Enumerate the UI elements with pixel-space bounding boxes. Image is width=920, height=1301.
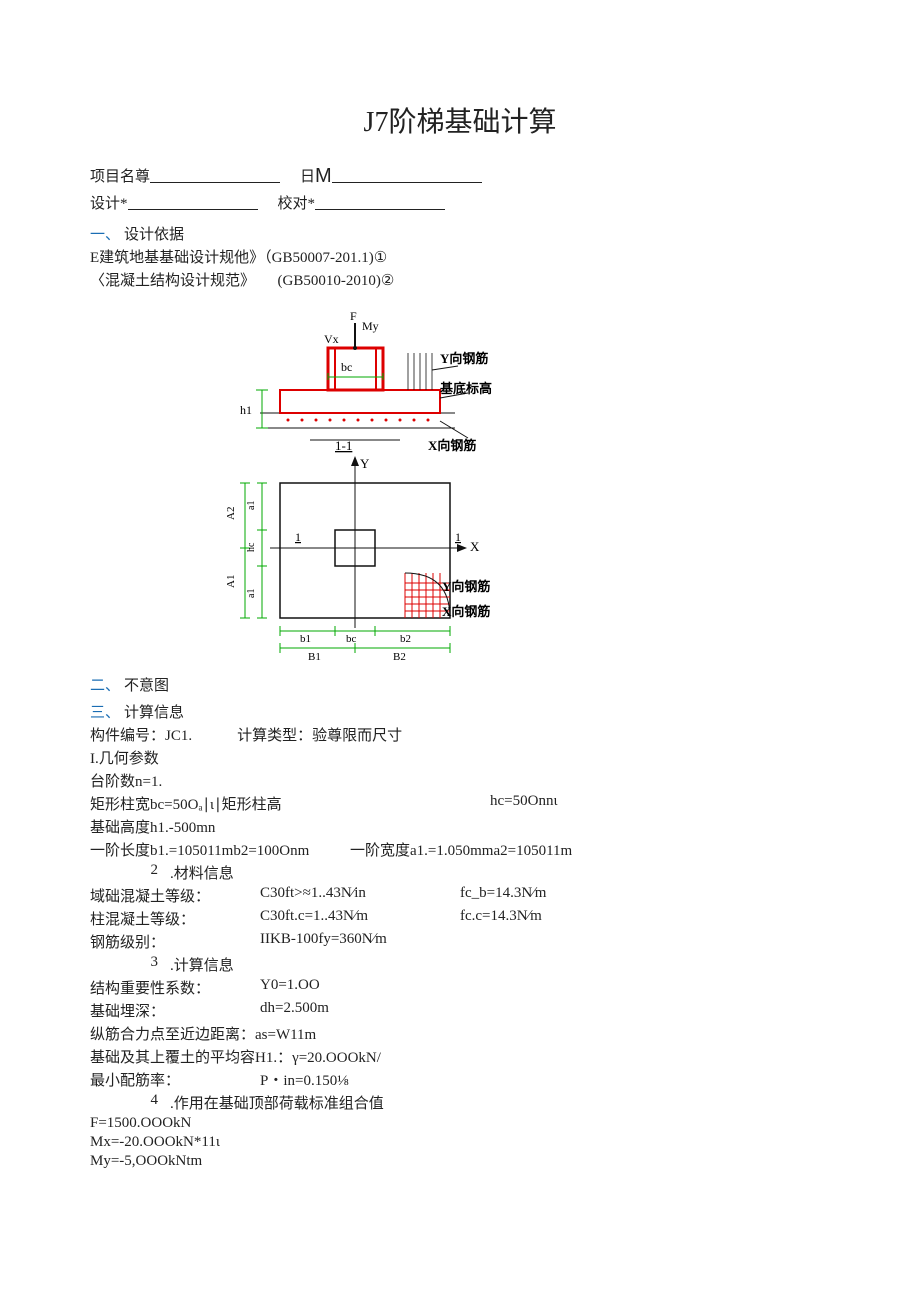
g3-r4: 基础及其上覆土的平均容H1.：γ=20.OOOkN/ [90,1046,830,1067]
g2-r1-c: fc_b=14.3N∕m [460,885,640,906]
g3-r5: 最小配筋率： P・in=0.150⅛ [90,1069,830,1090]
section-2: 二、不意图 [90,674,830,695]
group-3-h: 3 .计算信息 [90,954,830,975]
label-My: My [362,319,379,333]
g2-r2: 柱混凝土等级： C30ft.c=1..43N∕m fc.c=14.3N∕m [90,908,830,929]
g1-steps: 台阶数n=1. [90,770,830,791]
g1-span-b: 一阶宽度a1.=1.050mma2=105011m [350,839,572,860]
section-3-num: 三、 [90,705,120,721]
group-1-h: I.几何参数 [90,747,830,768]
label-A2: A2 [225,507,237,520]
g3-r5-b: P・in=0.150⅛ [260,1069,348,1090]
g2-r3-a: 钢筋级别： [90,931,260,952]
ref-line-2: 〈混凝土结构设计规范》 (GB50010-2010)② [90,269,830,290]
label-Yrebar2: Y向钢筋 [442,579,490,594]
label-Xrebar2: X向钢筋 [442,604,490,619]
g4-r2: Mx=-20.OOOkN*11ι [90,1134,830,1151]
g3-r1-b: Y0=1.OO [260,977,320,998]
g2-num: 2 [120,862,170,883]
label-one-l: 1 [295,530,301,544]
g4-r3: My=-5,OOOkNtm [90,1153,830,1170]
project-blank [150,165,280,183]
g2-r1: 域础混凝土等级： C30ft>≈1..43N∕in fc_b=14.3N∕m [90,885,830,906]
section-1-title: 设计依据 [124,227,184,243]
g4-r1: F=1500.OOOkN [90,1115,830,1132]
label-baselevel: 基底标高 [439,381,492,396]
label-B2: B2 [393,651,406,663]
section-1-num: 一、 [90,227,120,243]
designer-label: 设计* [90,192,128,213]
label-B1: B1 [308,651,321,663]
label-Vx: Vx [324,332,339,346]
g1-rect: 矩形柱宽bc=50Oₐ∣ι∣矩形柱高 hc=50Onnι [90,793,830,814]
label-bc-top: bc [341,360,352,374]
g2-r1-a: 域础混凝土等级： [90,885,260,906]
group-2-h: 2 .材料信息 [90,862,830,883]
reviewer-label: 校对* [278,192,316,213]
label-hc: hc [246,542,257,552]
g1-span-a: 一阶长度b1.=105011mb2=100Onm [90,839,350,860]
g3-num: 3 [120,954,170,975]
label-X: X [470,539,480,554]
section-3: 三、计算信息 构件编号：JC1. 计算类型：验尊限而尺寸 I.几何参数 台阶数n… [90,701,830,1170]
label-Yrebar: Y向钢筋 [440,351,488,366]
g2-r1-b: C30ft>≈1..43N∕in [260,885,460,906]
g3-r2: 基础埋深： dh=2.500m [90,1000,830,1021]
g2-r2-b: C30ft.c=1..43N∕m [260,908,460,929]
project-label: 项目名尊 [90,165,150,188]
label-Xrebar-top: X向钢筋 [428,438,476,453]
label-a1-u: a1 [246,501,257,510]
member-line: 构件编号：JC1. 计算类型：验尊限而尺寸 [90,724,830,745]
g1-baseh: 基础高度h1.-500mn [90,816,830,837]
date-blank [332,165,482,183]
g2-r2-a: 柱混凝土等级： [90,908,260,929]
g4-title: .作用在基础顶部荷载标准组合值 [170,1092,384,1113]
section-2-title: 不意图 [124,678,169,694]
label-bc: bc [346,633,357,645]
g3-r5-a: 最小配筋率： [90,1069,260,1090]
g2-r3-b: IIKB-100fy=360N∕m [260,931,460,952]
g1-rect-b: hc=50Onnι [490,793,670,814]
g3-r3: 纵筋合力点至近边距离：as=W11m [90,1023,830,1044]
label-one-r: 1 [455,530,461,544]
label-F: F [350,309,357,323]
g2-r2-c: fc.c=14.3N∕m [460,908,640,929]
header-block: 项目名尊 日 M 设计* 校对* [90,165,830,213]
section-3-title: 计算信息 [124,705,184,721]
g2-r3: 钢筋级别： IIKB-100fy=360N∕m [90,931,830,952]
designer-blank [128,192,258,210]
reviewer-blank [315,192,445,210]
label-b2: b2 [400,633,411,645]
label-a1-d: a1 [246,589,257,598]
g3-r2-b: dh=2.500m [260,1000,329,1021]
label-Y: Y [360,456,370,471]
g3-r1: 结构重要性系数： Y0=1.OO [90,977,830,998]
label-A1: A1 [225,575,237,588]
g3-r2-a: 基础埋深： [90,1000,260,1021]
page-title: J7阶梯基础计算 [90,100,830,140]
label-b1: b1 [300,633,311,645]
g1-span: 一阶长度b1.=105011mb2=100Onm 一阶宽度a1.=1.050mm… [90,839,830,860]
label-1-1: 1-1 [335,438,352,453]
section-1: 一、设计依据 E建筑地基基础设计规他》（GB50007-201.1)① 〈混凝土… [90,223,830,668]
foundation-diagram: F My Vx bc Y向钢筋 基底标高 1-1 X向钢筋 h1 Y X 1 1 [210,298,500,668]
g3-r1-a: 结构重要性系数： [90,977,260,998]
g2-title: .材料信息 [170,862,234,883]
g4-num: 4 [120,1092,170,1113]
label-h1: h1 [240,403,252,417]
g1-rect-a: 矩形柱宽bc=50Oₐ∣ι∣矩形柱高 [90,793,390,814]
ref-line-1: E建筑地基基础设计规他》（GB50007-201.1)① [90,246,830,267]
g3-title: .计算信息 [170,954,234,975]
section-2-num: 二、 [90,678,120,694]
date-big: M [315,165,332,188]
date-label-prefix: 日 [300,165,315,188]
group-4-h: 4 .作用在基础顶部荷载标准组合值 [90,1092,830,1113]
